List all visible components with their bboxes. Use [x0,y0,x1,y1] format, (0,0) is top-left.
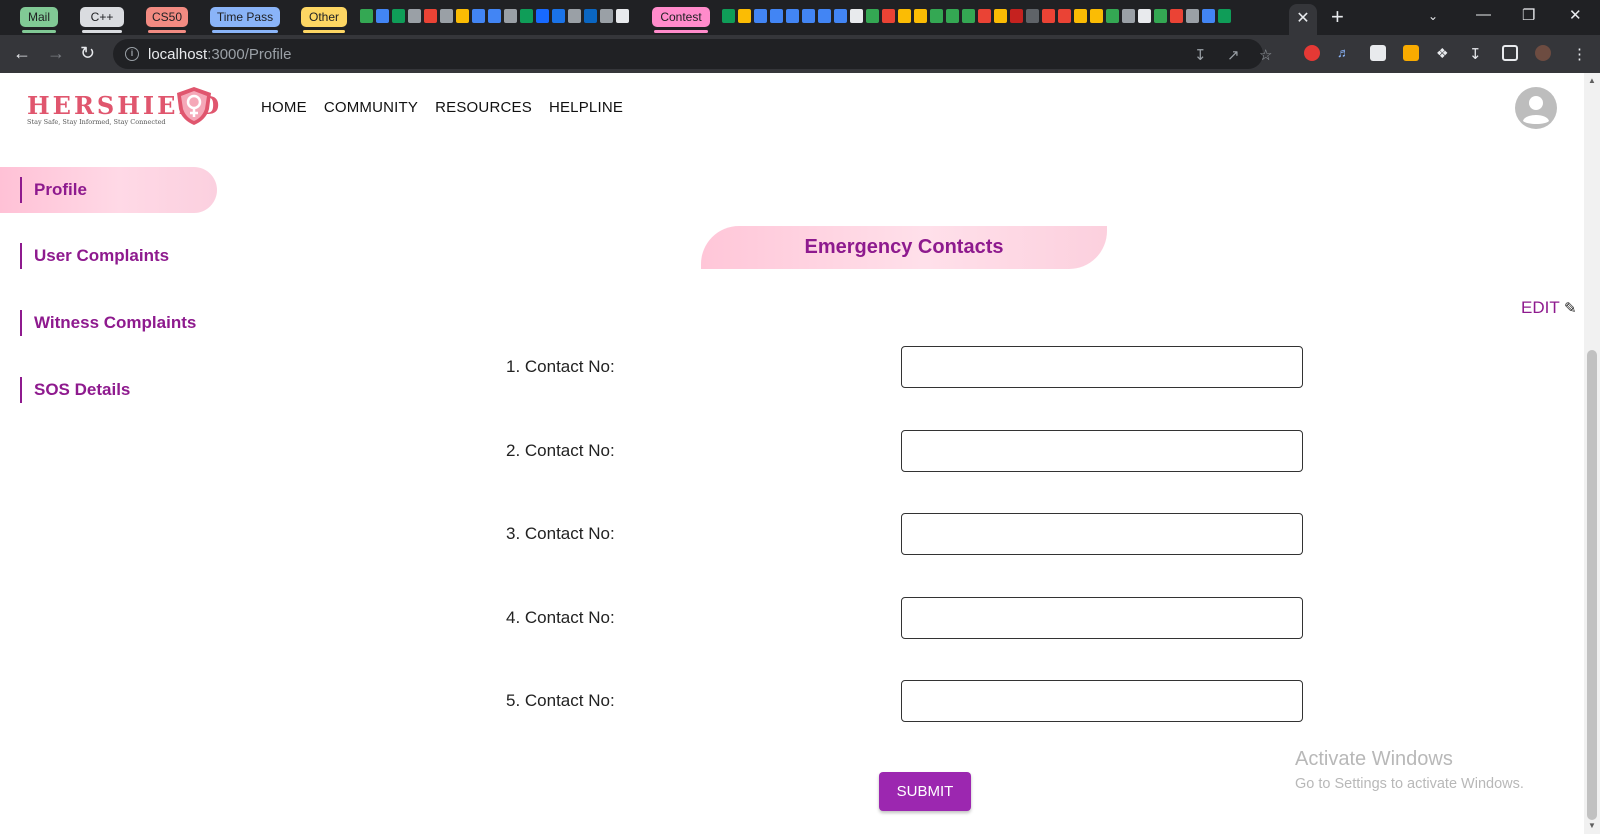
contact-5-label: 5. Contact No: [506,691,615,710]
profile-avatar-icon[interactable] [1535,45,1551,61]
sidebar-item-sos-details[interactable]: SOS Details [0,367,217,413]
pencil-icon[interactable]: ✎ [1564,299,1577,317]
nav-community[interactable]: COMMUNITY [324,99,418,116]
scroll-down-arrow-icon[interactable]: ▼ [1588,821,1596,830]
sidebar-item-marker [20,310,22,336]
contact-1-label: 1. Contact No: [506,357,615,376]
extension-red-icon[interactable] [1304,45,1320,61]
site-info-icon[interactable]: i [125,47,139,61]
contact-3-label: 3. Contact No: [506,524,615,543]
shield-female-icon [177,87,211,125]
activate-windows-subtitle: Go to Settings to activate Windows. [1295,776,1524,792]
nav-resources[interactable]: RESOURCES [435,99,532,116]
tab-group-other[interactable]: Other [301,7,347,33]
sidebar-item-user-complaints[interactable]: User Complaints [0,233,217,279]
tab-group-mail[interactable]: Mail [20,7,58,33]
section-title: Emergency Contacts [701,226,1107,269]
tab-group-cpp[interactable]: C++ [80,7,124,33]
page-content: HERSHIELD Stay Safe, Stay Informed, Stay… [0,73,1584,834]
share-icon[interactable]: ↗ [1227,46,1240,64]
activate-windows-title: Activate Windows [1295,748,1453,770]
contact-1-input[interactable] [901,346,1303,388]
sidebar-item-label: SOS Details [34,380,131,399]
contact-4-label: 4. Contact No: [506,608,615,627]
bookmark-star-icon[interactable]: ☆ [1259,46,1272,64]
active-tab-close-icon[interactable]: ✕ [1289,4,1317,35]
nav-helpline[interactable]: HELPLINE [549,99,623,116]
new-tab-button[interactable]: + [1331,5,1344,29]
tab-group-cs50[interactable]: CS50 [146,7,188,33]
contact-2-label: 2. Contact No: [506,441,615,460]
install-app-icon[interactable]: ↧ [1194,46,1207,64]
top-navigation: HOME COMMUNITY RESOURCES HELPLINE [261,99,623,116]
address-url[interactable]: localhost:3000/Profile [148,46,291,63]
tab-group-time-pass[interactable]: Time Pass [210,7,280,33]
back-icon[interactable]: ← [13,43,31,63]
nav-home[interactable]: HOME [261,99,307,116]
forward-icon[interactable]: → [47,43,65,63]
side-panel-icon[interactable] [1502,45,1518,61]
sidebar-item-marker [20,177,22,203]
sidebar-item-marker [20,243,22,269]
restore-icon[interactable]: ❐ [1522,6,1535,24]
hershield-logo[interactable]: HERSHIELD Stay Safe, Stay Informed, Stay… [27,87,219,127]
contact-5-input[interactable] [901,680,1303,722]
contact-3-input[interactable] [901,513,1303,555]
minimize-icon[interactable]: — [1476,6,1491,23]
sidebar-item-label: Profile [34,180,87,199]
browser-tab-strip: Mail C++ CS50 Time Pass Other Contest ✕ … [0,0,1600,35]
page-scrollbar[interactable]: ▲ ▼ [1584,73,1600,834]
scroll-up-arrow-icon[interactable]: ▲ [1588,76,1596,85]
edit-button[interactable]: EDIT [1521,298,1560,318]
address-bar[interactable]: i localhost:3000/Profile ↧ ↗ ☆ [113,39,1272,69]
tab-group-contest[interactable]: Contest [652,7,710,33]
sidebar-item-label: Witness Complaints [34,313,197,332]
browser-menu-icon[interactable]: ⋮ [1572,45,1588,63]
reload-icon[interactable]: ↻ [80,43,95,63]
sidebar-item-marker [20,377,22,403]
logo-tagline: Stay Safe, Stay Informed, Stay Connected [27,118,166,126]
contact-2-input[interactable] [901,430,1303,472]
browser-toolbar: ← → ↻ i localhost:3000/Profile ↧ ↗ ☆ ♬ ❖… [0,35,1600,73]
submit-button[interactable]: SUBMIT [879,772,971,811]
scrollbar-thumb[interactable] [1587,350,1597,820]
contact-4-input[interactable] [901,597,1303,639]
close-window-icon[interactable]: ✕ [1569,6,1582,24]
user-avatar-icon[interactable] [1515,87,1557,129]
sidebar-item-label: User Complaints [34,246,170,265]
extension-flag-icon[interactable] [1370,45,1386,61]
audio-icon[interactable]: ♬ [1337,45,1353,61]
tab-search-icon[interactable]: ⌄ [1428,9,1438,23]
extension-chart-icon[interactable] [1403,45,1419,61]
pinned-tab-favicons[interactable] [360,9,645,25]
sidebar-item-witness-complaints[interactable]: Witness Complaints [0,300,217,346]
downloads-icon[interactable]: ↧ [1469,45,1485,63]
tab-favicons[interactable] [722,9,1284,25]
sidebar-item-profile[interactable]: Profile [0,167,217,213]
extensions-puzzle-icon[interactable]: ❖ [1436,45,1452,61]
